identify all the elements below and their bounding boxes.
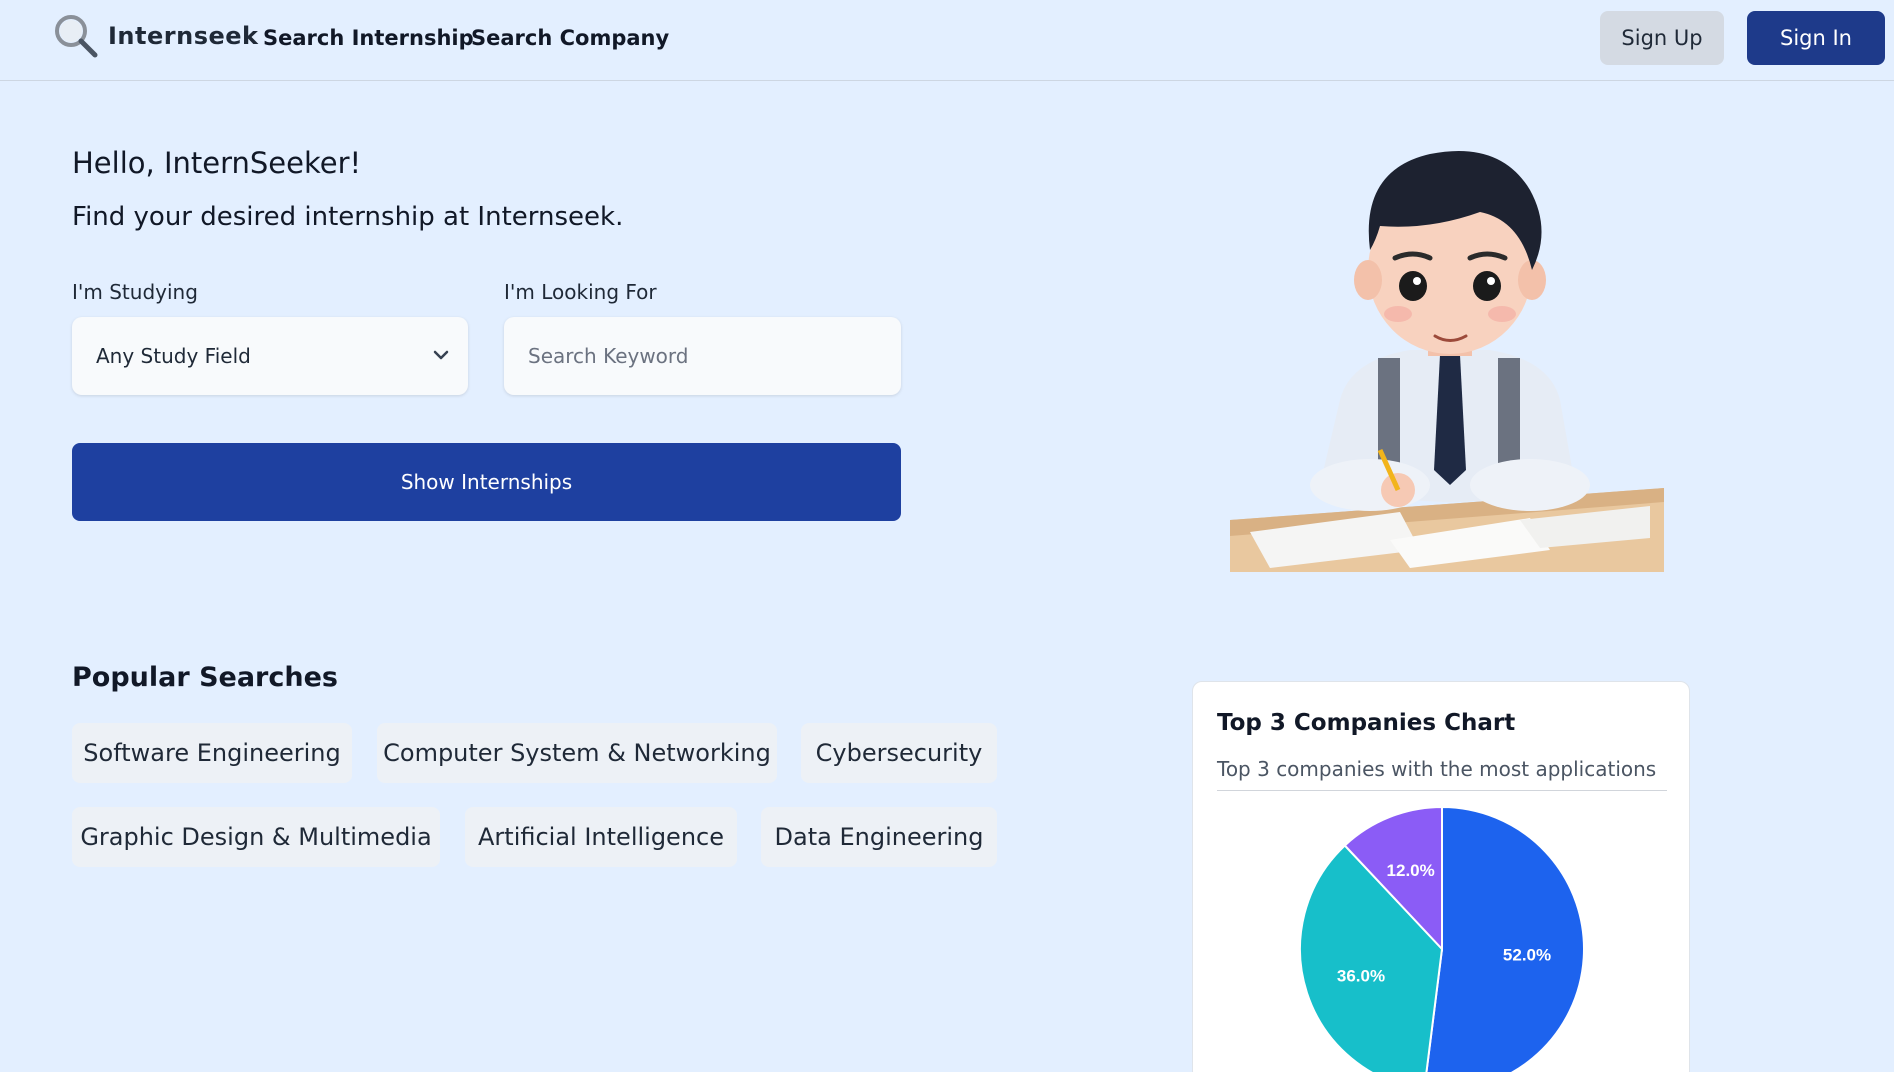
magnifier-logo-icon <box>55 15 98 58</box>
study-field-label: I'm Studying <box>72 280 198 304</box>
chip-graphic-design-multimedia[interactable]: Graphic Design & Multimedia <box>72 807 440 867</box>
pie-label-2: 12.0% <box>1387 861 1435 880</box>
student-illustration <box>1230 150 1664 572</box>
chip-data-engineering[interactable]: Data Engineering <box>761 807 997 867</box>
keyword-label: I'm Looking For <box>504 280 657 304</box>
study-field-value: Any Study Field <box>96 344 251 368</box>
tagline: Find your desired internship at Internse… <box>72 202 624 232</box>
logo-text: Internseek <box>108 22 259 50</box>
study-field-select[interactable]: Any Study Field <box>72 317 468 395</box>
pie-label-0: 52.0% <box>1503 945 1551 964</box>
top-nav-bar: Internseek Search Internship Search Comp… <box>0 0 1894 81</box>
chip-cybersecurity[interactable]: Cybersecurity <box>801 723 997 783</box>
sign-in-button[interactable]: Sign In <box>1747 11 1885 65</box>
popular-searches-title: Popular Searches <box>72 662 338 693</box>
show-internships-button[interactable]: Show Internships <box>72 443 901 521</box>
pie-label-1: 36.0% <box>1337 966 1385 985</box>
greeting: Hello, InternSeeker! <box>72 146 362 180</box>
logo[interactable]: Internseek <box>52 12 258 62</box>
chip-software-engineering[interactable]: Software Engineering <box>72 723 352 783</box>
keyword-placeholder: Search Keyword <box>528 344 689 368</box>
nav-search-internship[interactable]: Search Internship <box>263 26 474 50</box>
pie-chart: 52.0% 36.0% 12.0% <box>1299 805 1585 1072</box>
pie-slice-0[interactable] <box>1424 805 1585 1072</box>
chip-artificial-intelligence[interactable]: Artificial Intelligence <box>465 807 737 867</box>
nav-search-company[interactable]: Search Company <box>471 26 669 50</box>
keyword-input[interactable]: Search Keyword <box>504 317 901 395</box>
chevron-down-icon <box>433 350 449 360</box>
chip-computer-system-networking[interactable]: Computer System & Networking <box>377 723 777 783</box>
sign-up-button[interactable]: Sign Up <box>1600 11 1724 65</box>
